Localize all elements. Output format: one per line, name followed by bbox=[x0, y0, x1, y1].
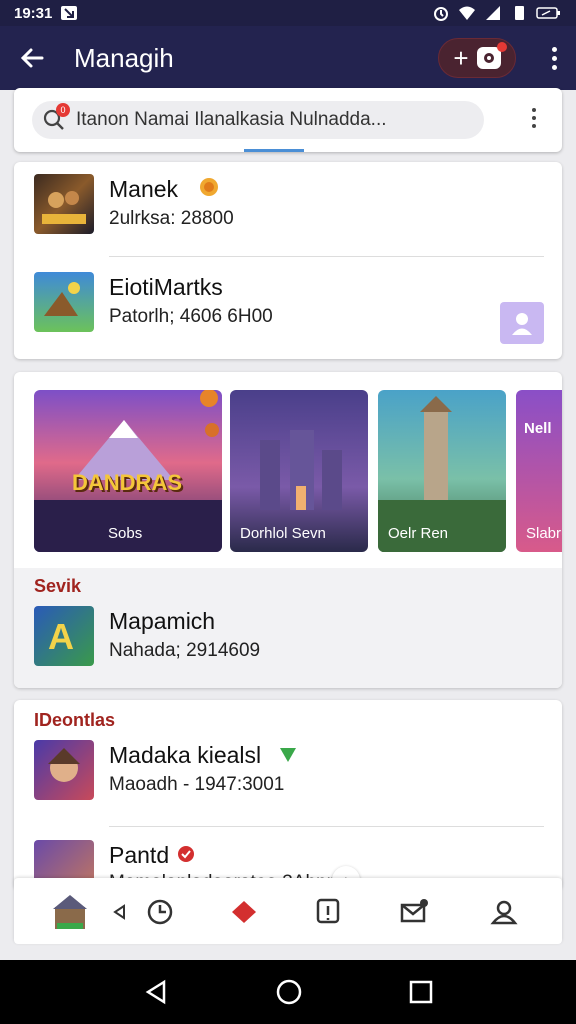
banner-tile[interactable]: Dorhlol Sevn bbox=[230, 390, 368, 552]
list-item[interactable]: Madaka kiealsl Maoadh - 1947:3001 bbox=[14, 730, 562, 820]
divider bbox=[109, 826, 544, 827]
clock-icon bbox=[147, 899, 173, 925]
list-item[interactable]: A Mapamich Nahada; 2914609 bbox=[14, 594, 562, 684]
nav-mail[interactable] bbox=[394, 892, 434, 932]
search-card: 0 Itanon Namai Ilanalkasia Nulnadda... bbox=[14, 88, 562, 152]
banner-tile[interactable]: DANDRAS Sobs bbox=[34, 390, 222, 552]
item-subtitle: Maoadh - 1947:3001 bbox=[109, 774, 285, 795]
item-title: Mapamich bbox=[109, 608, 216, 634]
signal-icon bbox=[486, 6, 500, 20]
nav-home[interactable] bbox=[50, 892, 90, 932]
house-icon bbox=[53, 895, 87, 929]
back-button[interactable] bbox=[0, 26, 64, 90]
green-badge-icon bbox=[280, 748, 296, 762]
list-item[interactable]: EiotiMartks Patorlh; 4606 6H00 bbox=[14, 260, 562, 350]
list-item[interactable]: Manek 2ulrksa: 28800 bbox=[14, 162, 562, 252]
arrow-back-icon bbox=[20, 48, 44, 68]
status-time: 19:31 bbox=[14, 4, 53, 22]
item-title: Manek bbox=[109, 176, 179, 202]
verified-icon bbox=[178, 846, 194, 862]
search-indicator bbox=[244, 149, 304, 152]
game-thumbnail bbox=[34, 174, 94, 234]
featured-card: DANDRAS Sobs Dorhlol Sevn Oelr Ren Nell … bbox=[14, 372, 562, 688]
second-section-card: IDeontlas Madaka kiealsl Maoadh - 1947:3… bbox=[14, 700, 562, 890]
item-title: Pantd bbox=[109, 842, 170, 868]
diamond-icon bbox=[232, 901, 256, 923]
item-subtitle: Patorlh; 4606 6H00 bbox=[109, 306, 273, 327]
user-icon bbox=[490, 900, 518, 925]
camera-badge bbox=[496, 42, 507, 52]
item-title: EiotiMartks bbox=[109, 274, 223, 300]
divider bbox=[109, 256, 544, 257]
top-list-card: Manek 2ulrksa: 28800 EiotiMartks Patorlh… bbox=[14, 162, 562, 359]
info-icon bbox=[316, 898, 340, 924]
mail-icon bbox=[400, 899, 428, 923]
bottom-navigation bbox=[14, 878, 562, 944]
nav-profile[interactable] bbox=[484, 892, 524, 932]
search-placeholder: Itanon Namai Ilanalkasia Nulnadda... bbox=[76, 109, 387, 130]
search-menu-button[interactable] bbox=[532, 108, 536, 128]
notification-icon bbox=[61, 6, 78, 20]
banner-title: Nell bbox=[524, 420, 552, 437]
item-title: Madaka kiealsl bbox=[109, 742, 262, 768]
section-label: IDeontlas bbox=[34, 710, 116, 730]
overflow-menu-button[interactable] bbox=[532, 26, 576, 90]
search-badge: 0 bbox=[56, 103, 70, 117]
system-back-icon[interactable] bbox=[142, 978, 170, 1006]
sim-icon bbox=[515, 6, 524, 20]
nav-back[interactable] bbox=[100, 892, 140, 932]
add-button[interactable]: + bbox=[438, 38, 516, 78]
banner-tile[interactable]: Oelr Ren bbox=[378, 390, 506, 552]
search-input[interactable]: 0 Itanon Namai Ilanalkasia Nulnadda... bbox=[32, 101, 484, 139]
game-thumbnail bbox=[34, 740, 94, 800]
banner-title: DANDRAS bbox=[72, 470, 182, 495]
game-thumbnail bbox=[34, 272, 94, 332]
nav-active[interactable] bbox=[224, 892, 264, 932]
avatar[interactable] bbox=[500, 302, 544, 344]
system-recents-icon[interactable] bbox=[408, 979, 434, 1005]
person-icon bbox=[512, 313, 532, 335]
banner-label: Dorhlol Sevn bbox=[240, 525, 326, 542]
item-subtitle: 2ulrksa: 28800 bbox=[109, 208, 234, 229]
banner-label: Oelr Ren bbox=[388, 525, 449, 542]
app-bar: Managih + bbox=[0, 26, 576, 90]
banner-label: Slabrus bbox=[526, 525, 562, 542]
game-thumbnail: A bbox=[34, 606, 94, 666]
status-bar: 19:31 bbox=[0, 0, 576, 26]
banner-label: Sobs bbox=[108, 525, 143, 542]
wifi-icon bbox=[459, 6, 475, 20]
item-subtitle: Nahada; 2914609 bbox=[109, 640, 261, 661]
badge-icon bbox=[200, 178, 218, 196]
system-home-icon[interactable] bbox=[274, 977, 304, 1007]
alarm-icon bbox=[434, 7, 448, 21]
system-navigation-bar bbox=[0, 960, 576, 1024]
nav-history[interactable] bbox=[140, 892, 180, 932]
triangle-left-icon bbox=[113, 904, 125, 920]
plus-icon: + bbox=[453, 43, 469, 73]
nav-info[interactable] bbox=[308, 892, 348, 932]
page-title: Managih bbox=[74, 42, 174, 73]
banner-tile[interactable]: Nell Slabrus bbox=[516, 390, 562, 552]
camera-icon bbox=[476, 42, 507, 69]
battery-icon bbox=[536, 7, 560, 19]
